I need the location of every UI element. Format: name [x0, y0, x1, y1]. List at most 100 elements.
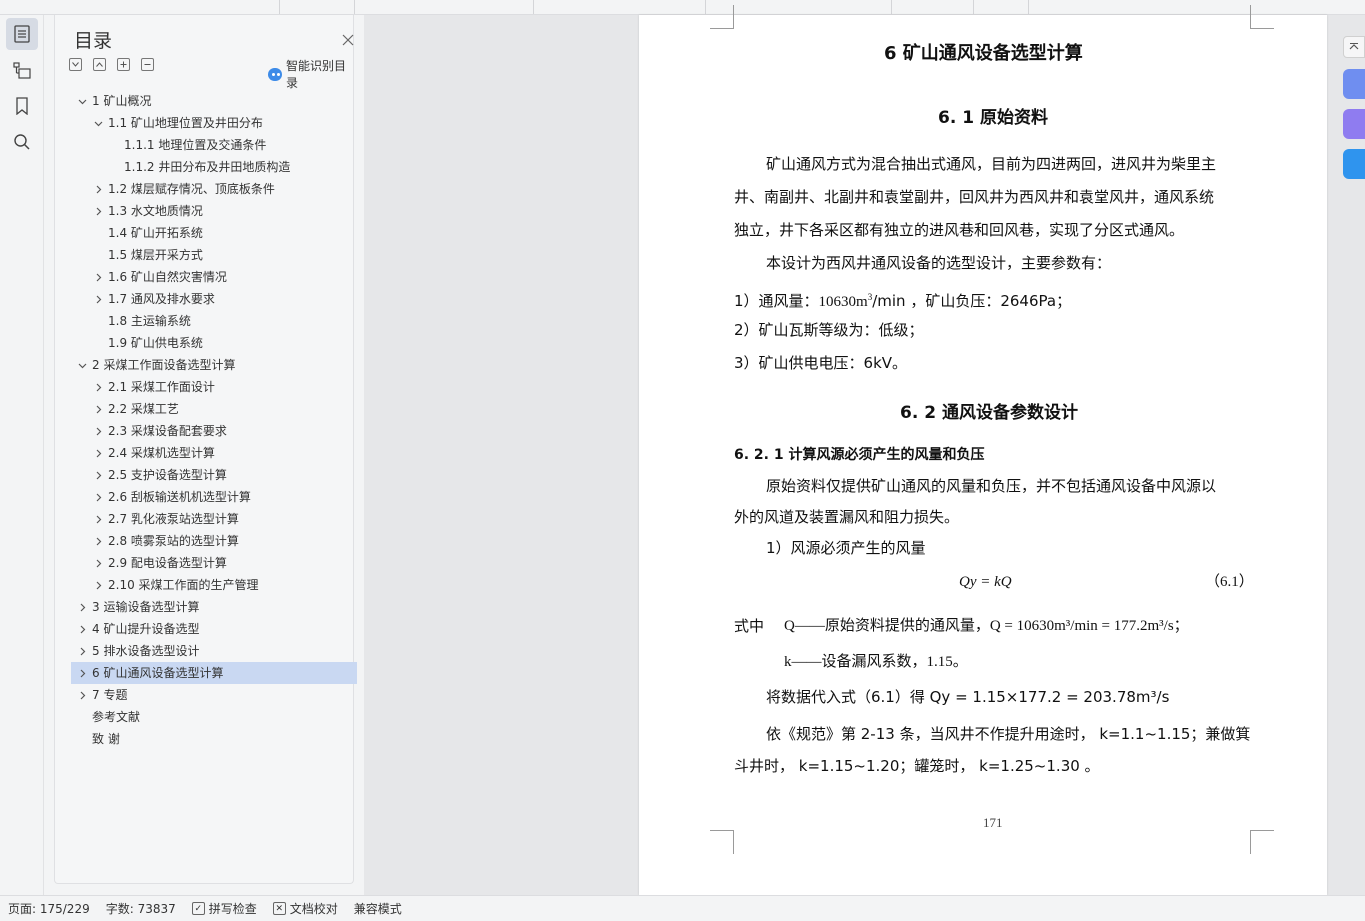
chevron-right-icon[interactable] — [92, 376, 104, 398]
toc-item[interactable]: 1 矿山概况 — [71, 90, 357, 112]
crop-mark — [710, 5, 734, 29]
close-icon[interactable] — [342, 31, 356, 46]
chevron-right-icon[interactable] — [76, 640, 88, 662]
chevron-right-icon[interactable] — [92, 464, 104, 486]
smart-toc-label: 智能识别目录 — [285, 59, 346, 90]
word-count[interactable]: 字数: 73837 — [98, 896, 184, 921]
toc-item-label: 参考文献 — [92, 710, 141, 724]
toc-item[interactable]: 致 谢 — [71, 728, 357, 750]
chevron-right-icon[interactable] — [76, 596, 88, 618]
chevron-right-icon[interactable] — [92, 200, 104, 222]
proofread-button[interactable]: ✕ 文档校对 — [265, 896, 346, 921]
chevron-right-icon[interactable] — [92, 288, 104, 310]
toc-item[interactable]: 7 专题 — [71, 684, 357, 706]
paragraph-line: 独立，井下各采区都有独立的进风巷和回风巷，实现了分区式通风。 — [734, 221, 1185, 239]
chevron-right-icon[interactable] — [92, 442, 104, 464]
toc-item-label: 5 排水设备选型设计 — [92, 644, 200, 658]
toc-item-label: 2.2 采煤工艺 — [108, 402, 179, 416]
toc-item[interactable]: 2.10 采煤工作面的生产管理 — [71, 574, 357, 596]
toc-item[interactable]: 2.4 采煤机选型计算 — [71, 442, 357, 464]
toc-item-label: 4 矿山提升设备选型 — [92, 622, 200, 636]
chevron-right-icon[interactable] — [76, 684, 88, 706]
chevron-right-icon[interactable] — [92, 574, 104, 596]
crop-mark — [710, 830, 734, 854]
structure-icon[interactable] — [6, 54, 38, 86]
toc-item[interactable]: 5 排水设备选型设计 — [71, 640, 357, 662]
toc-item[interactable]: 6 矿山通风设备选型计算 — [71, 662, 357, 684]
chevron-down-icon[interactable] — [76, 354, 88, 376]
chevron-right-icon[interactable] — [76, 662, 88, 684]
toc-item[interactable]: 2.7 乳化液泵站选型计算 — [71, 508, 357, 530]
chevron-right-icon[interactable] — [92, 508, 104, 530]
toc-item[interactable]: 1.8 主运输系统 — [71, 310, 357, 332]
add-heading-icon[interactable] — [117, 58, 130, 71]
bookmark-icon[interactable] — [6, 90, 38, 122]
toc-item[interactable]: 1.5 煤层开采方式 — [71, 244, 357, 266]
chevron-right-icon[interactable] — [92, 552, 104, 574]
spell-check-label: 拼写检查 — [208, 902, 257, 916]
toc-item-label: 1.4 矿山开拓系统 — [108, 226, 203, 240]
toc-item[interactable]: 1.7 通风及排水要求 — [71, 288, 357, 310]
toc-item[interactable]: 1.6 矿山自然灾害情况 — [71, 266, 357, 288]
toc-item[interactable]: 2.8 喷雾泵站的选型计算 — [71, 530, 357, 552]
toc-item-label: 2.9 配电设备选型计算 — [108, 556, 227, 570]
list-item: 3）矿山供电电压：6kV。 — [734, 354, 908, 372]
toc-item-label: 2.7 乳化液泵站选型计算 — [108, 512, 239, 526]
toolbar-divider — [705, 0, 706, 14]
toc-item[interactable]: 1.1 矿山地理位置及井田分布 — [71, 112, 357, 134]
search-icon[interactable] — [6, 126, 38, 158]
formula-number: （6.1） — [1205, 574, 1254, 590]
toolbar-divider — [891, 0, 892, 14]
collapse-all-icon[interactable] — [69, 58, 82, 71]
paragraph-line: 依《规范》第 2-13 条，当风井不作提升用途时， k=1.1~1.15；兼做箕 — [766, 725, 1251, 743]
toc-item[interactable]: 2.5 支护设备选型计算 — [71, 464, 357, 486]
toc-item[interactable]: 2.2 采煤工艺 — [71, 398, 357, 420]
chevron-right-icon[interactable] — [92, 486, 104, 508]
compat-mode: 兼容模式 — [353, 902, 402, 916]
remove-heading-icon[interactable] — [141, 58, 154, 71]
chevron-right-icon[interactable] — [92, 398, 104, 420]
toolbar-divider — [354, 0, 355, 14]
page-indicator[interactable]: 页面: 175/229 — [0, 896, 98, 921]
toc-item[interactable]: 1.1.2 井田分布及井田地质构造 — [71, 156, 357, 178]
chevron-right-icon[interactable] — [92, 420, 104, 442]
substitution-line: 将数据代入式（6.1）得 Qy = 1.15×177.2 = 203.78m³/… — [766, 688, 1170, 706]
toc-item[interactable]: 2.1 采煤工作面设计 — [71, 376, 357, 398]
ai-write-icon[interactable] — [1343, 69, 1365, 99]
toc-item[interactable]: 4 矿山提升设备选型 — [71, 618, 357, 640]
paragraph-line: 原始资料仅提供矿山通风的风量和负压，并不包括通风设备中风源以 — [766, 477, 1217, 495]
toc-item[interactable]: 2.6 刮板输送机机选型计算 — [71, 486, 357, 508]
doc-assistant-icon[interactable] — [1343, 149, 1365, 179]
toc-item[interactable]: 1.2 煤层赋存情况、顶底板条件 — [71, 178, 357, 200]
toc-item-label: 2.8 喷雾泵站的选型计算 — [108, 534, 239, 548]
toc-item[interactable]: 2.9 配电设备选型计算 — [71, 552, 357, 574]
right-scroll-top-icon[interactable] — [1343, 36, 1365, 58]
chevron-down-icon[interactable] — [76, 90, 88, 112]
section-title: 6. 1 原始资料 — [938, 108, 1048, 128]
toc-panel-icon[interactable] — [6, 18, 38, 50]
toolbar-divider — [533, 0, 534, 14]
chevron-right-icon[interactable] — [92, 530, 104, 552]
paragraph-line: 矿山通风方式为混合抽出式通风，目前为四进两回，进风井为柴里主 — [766, 155, 1217, 173]
chevron-right-icon[interactable] — [92, 266, 104, 288]
toc-item[interactable]: 1.3 水文地质情况 — [71, 200, 357, 222]
toc-item[interactable]: 2.3 采煤设备配套要求 — [71, 420, 357, 442]
toc-item[interactable]: 1.1.1 地理位置及交通条件 — [71, 134, 357, 156]
spell-check-button[interactable]: ✓ 拼写检查 — [184, 896, 265, 921]
chevron-down-icon[interactable] — [92, 112, 104, 134]
expand-all-icon[interactable] — [93, 58, 106, 71]
toc-item-label: 2.10 采煤工作面的生产管理 — [108, 578, 259, 592]
left-icon-rail — [0, 15, 44, 895]
toc-item[interactable]: 参考文献 — [71, 706, 357, 728]
toc-item[interactable]: 1.4 矿山开拓系统 — [71, 222, 357, 244]
toc-item[interactable]: 2 采煤工作面设备选型计算 — [71, 354, 357, 376]
toc-item-label: 1.1.1 地理位置及交通条件 — [124, 138, 267, 152]
toc-item-label: 致 谢 — [92, 732, 120, 746]
chevron-right-icon[interactable] — [92, 178, 104, 200]
toc-item-label: 1.3 水文地质情况 — [108, 204, 203, 218]
toc-item[interactable]: 3 运输设备选型计算 — [71, 596, 357, 618]
smart-toc-button[interactable]: 智能识别目录 — [268, 57, 353, 91]
chevron-right-icon[interactable] — [76, 618, 88, 640]
toc-item[interactable]: 1.9 矿山供电系统 — [71, 332, 357, 354]
ai-edit-icon[interactable] — [1343, 109, 1365, 139]
